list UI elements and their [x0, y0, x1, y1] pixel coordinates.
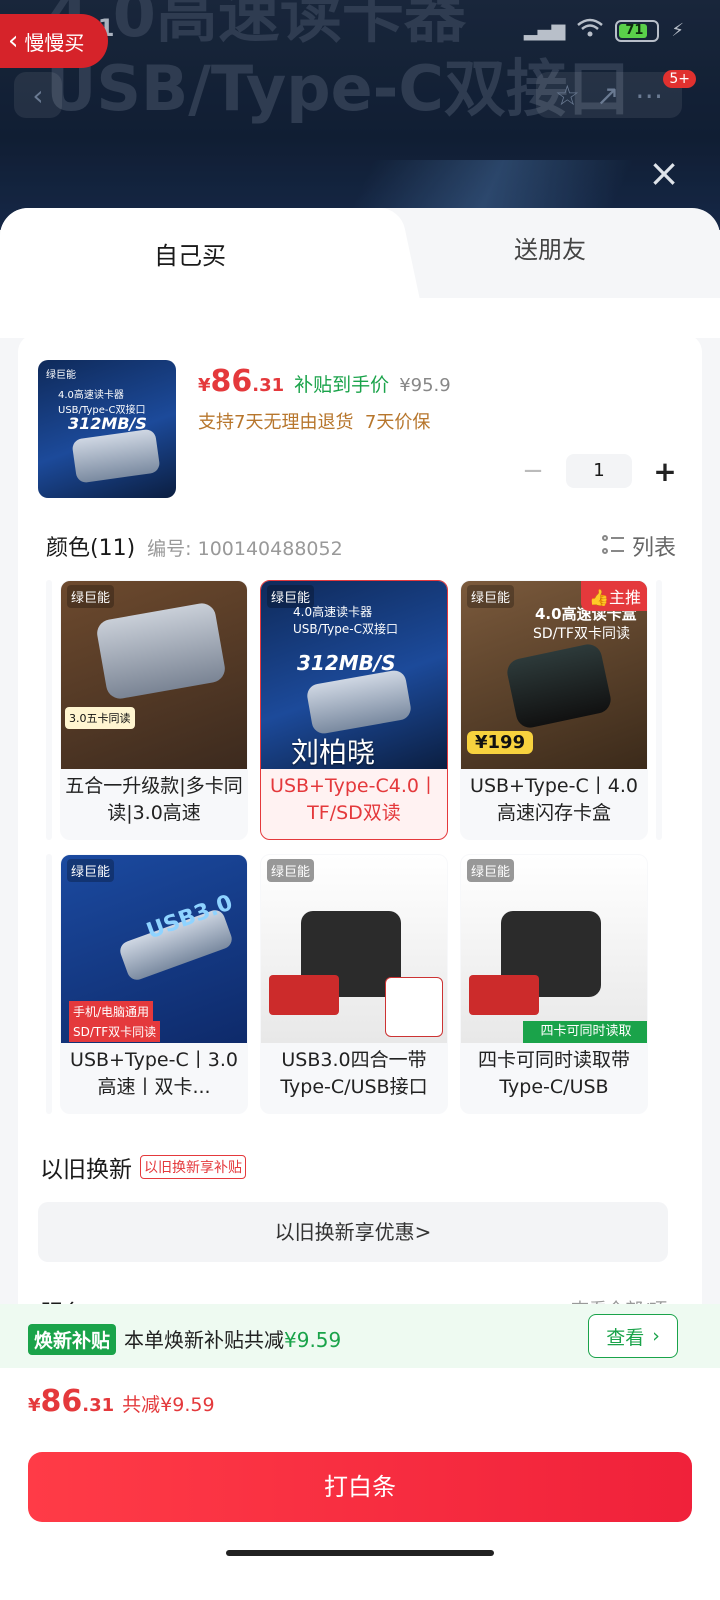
thumbs-up-icon: 👍 [589, 588, 609, 607]
quantity-value[interactable]: 1 [566, 454, 632, 488]
subsidy-view-button[interactable]: 查看 › [588, 1314, 678, 1358]
watermark-name: 刘柏晓 [291, 736, 376, 769]
sku-number: 编号: 100140488052 [147, 538, 343, 560]
service-promise: 支持7天无理由退货 7天价保 [198, 412, 431, 433]
option-image: 绿巨能 4.0高速读卡盒 SD/TF双卡同读 ¥199 👍主推 [461, 581, 647, 769]
nav-back-button[interactable]: ‹ [14, 72, 62, 118]
subsidy-text: 本单焕新补贴共减¥9.59 [124, 1328, 342, 1352]
message-badge: 5+ [663, 70, 696, 88]
price-row: ¥86.31 补贴到手价 ¥95.9 [198, 364, 451, 399]
decrease-button[interactable]: − [518, 456, 548, 486]
close-icon[interactable]: × [646, 154, 682, 192]
chevron-right-icon: › [652, 1325, 660, 1347]
bottom-bar: ¥86.31 共减¥9.59 打白条 [0, 1368, 720, 1600]
subsidy-badge: 焕新补贴 [28, 1324, 117, 1355]
subsidy-label: 补贴到手价 [294, 374, 390, 396]
recommend-badge: 👍主推 [581, 581, 647, 611]
color-option[interactable]: 绿巨能 3.0五卡同读 五合一升级款|多卡同读|3.0高速 [60, 580, 248, 840]
baitiao-pay-button[interactable]: 打白条 [28, 1452, 692, 1522]
status-bar: 16:41 ▂▄▆ 71 ⚡ [0, 0, 720, 64]
option-image: 绿巨能 USB3.0 手机/电脑通用 SD/TF双卡同读 [61, 855, 247, 1043]
original-price: ¥95.9 [399, 375, 451, 396]
home-indicator [226, 1550, 494, 1556]
trade-in-title: 以旧换新 [40, 1157, 132, 1183]
scroll-edge-right [656, 580, 662, 840]
more-icon[interactable]: ⋯ [635, 79, 663, 112]
option-image: 绿巨能 3.0五卡同读 [61, 581, 247, 769]
color-option[interactable]: 绿巨能 四卡可同时读取 四卡可同时读取带Type-C/USB [460, 854, 648, 1114]
scroll-edge-left [46, 854, 52, 1114]
color-header: 颜色(11) 编号: 100140488052 [46, 530, 343, 562]
chevron-left-icon: ‹ [8, 26, 19, 56]
share-icon[interactable]: ↗ [596, 79, 619, 112]
quantity-stepper: − 1 + [518, 454, 680, 488]
signal-icon: ▂▄▆ [523, 20, 566, 41]
trade-in-button[interactable]: 以旧换新享优惠> [38, 1202, 668, 1262]
tab-buy-self[interactable]: 自己买 [0, 208, 380, 298]
tab-gift-friend[interactable]: 送朋友 [380, 208, 720, 286]
back-to-app-button[interactable]: ‹ 慢慢买 [0, 14, 108, 68]
final-price: ¥86.31 共减¥9.59 [28, 1384, 215, 1419]
tab-bar: 自己买 送朋友 [0, 208, 720, 298]
color-label: 颜色(11) [46, 536, 136, 561]
color-option[interactable]: 绿巨能 USB3.0四合一带Type-C/USB接口 [260, 854, 448, 1114]
wifi-icon [577, 18, 604, 43]
back-app-label: 慢慢买 [24, 30, 85, 55]
increase-button[interactable]: + [650, 455, 680, 488]
nav-actions: ☆ ↗ ⋯ [536, 72, 682, 118]
option-image: 绿巨能 [261, 855, 447, 1043]
total-discount: 共减¥9.59 [122, 1394, 215, 1416]
list-view-toggle[interactable]: 列表 [601, 530, 676, 562]
star-icon[interactable]: ☆ [555, 79, 580, 112]
product-card: 绿巨能 4.0高速读卡器 USB/Type-C双接口 312MB/S ¥86.3… [18, 334, 702, 1434]
option-image: 绿巨能 四卡可同时读取 [461, 855, 647, 1043]
tab-underlay [0, 298, 720, 338]
chevron-left-icon: ‹ [32, 78, 44, 112]
option-image: 绿巨能 4.0高速读卡器 USB/Type-C双接口 312MB/S 刘柏晓 [261, 581, 447, 769]
color-option[interactable]: 绿巨能 4.0高速读卡盒 SD/TF双卡同读 ¥199 👍主推 USB+Type… [460, 580, 648, 840]
battery-icon: 71 [615, 19, 660, 42]
status-icons: ▂▄▆ 71 ⚡ [524, 18, 684, 43]
subsidy-price: ¥86.31 [198, 364, 285, 399]
list-icon [601, 535, 624, 557]
scroll-edge-left [46, 580, 52, 840]
product-thumbnail[interactable]: 绿巨能 4.0高速读卡器 USB/Type-C双接口 312MB/S [38, 360, 176, 498]
trade-in-header: 以旧换新 以旧换新享补贴 [40, 1150, 246, 1184]
charging-icon: ⚡ [671, 20, 684, 41]
subsidy-bar: 焕新补贴 本单焕新补贴共减¥9.59 查看 › [0, 1304, 720, 1368]
trade-in-tag: 以旧换新享补贴 [140, 1155, 246, 1179]
color-option-selected[interactable]: 绿巨能 4.0高速读卡器 USB/Type-C双接口 312MB/S 刘柏晓 U… [260, 580, 448, 840]
final-price-value: ¥86.31 [28, 1384, 115, 1419]
color-option[interactable]: 绿巨能 USB3.0 手机/电脑通用 SD/TF双卡同读 USB+Type-C丨… [60, 854, 248, 1114]
